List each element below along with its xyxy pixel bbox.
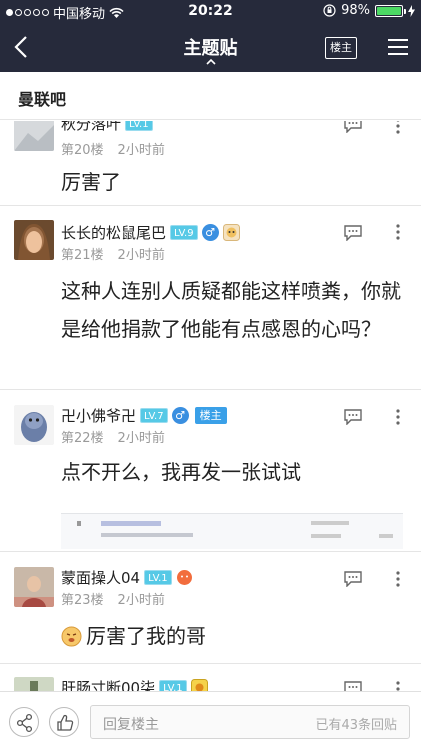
avatar[interactable] <box>14 567 54 607</box>
more-icon[interactable] <box>395 121 401 135</box>
emoji-badge-icon <box>190 679 208 691</box>
post-item: 蒙面操人04 LV.1 第23楼 2小时前 厉害了我的哥 <box>0 553 421 664</box>
status-bar: 中国移动 20:22 98% <box>0 0 421 22</box>
reply-icon[interactable] <box>343 121 363 133</box>
emoji-badge-icon <box>222 224 240 241</box>
level-badge: LV.7 <box>140 408 168 423</box>
menu-icon[interactable] <box>387 38 409 56</box>
thumbs-up-icon <box>57 714 74 731</box>
username[interactable]: 肝肠寸断00柒 <box>61 677 155 691</box>
post-content: 点不开么，我再发一张试试 <box>61 460 301 484</box>
reply-icon[interactable] <box>343 409 363 425</box>
post-time: 2小时前 <box>117 143 165 158</box>
post-item: 长长的松鼠尾巴 LV.9 ♂ 第21楼 2小时前 这种人连别人质疑都能这样喷粪，你… <box>0 206 421 390</box>
level-badge: LV.9 <box>170 225 198 240</box>
like-button[interactable] <box>49 707 79 737</box>
username[interactable]: 长长的松鼠尾巴 <box>61 222 166 243</box>
floor-number: 第21楼 <box>61 248 104 263</box>
level-badge: LV.1 <box>125 121 153 131</box>
post-item: 卍小佛爷卍 LV.7 ♂ 楼主 第22楼 2小时前 点不开么，我再发一张试试 <box>0 391 421 552</box>
post-content: 厉害了我的哥 <box>86 624 206 648</box>
status-right: 98% <box>323 3 415 18</box>
username-row: 长长的松鼠尾巴 LV.9 ♂ <box>61 222 240 243</box>
reply-icon[interactable] <box>343 681 363 691</box>
post-meta: 第21楼 2小时前 <box>61 244 165 263</box>
only-owner-button[interactable]: 楼主 <box>325 37 357 59</box>
post-content: 这种人连别人质疑都能这样喷粪，你就是给他捐款了他能有点感恩的心吗？ <box>61 279 401 341</box>
reply-count: 已有43条回贴 <box>315 718 397 733</box>
share-button[interactable] <box>9 707 39 737</box>
battery-percent: 98% <box>341 3 370 18</box>
forum-bar[interactable]: 曼联吧 <box>0 72 421 120</box>
post-item: 秋分落叶 LV.1 第20楼 2小时前 厉害了 <box>0 121 421 206</box>
more-icon[interactable] <box>395 570 401 588</box>
post-meta: 第22楼 2小时前 <box>61 427 165 446</box>
post-content-row: 厉害了我的哥 <box>61 617 401 655</box>
floor-number: 第23楼 <box>61 593 104 608</box>
reply-icon[interactable] <box>343 225 363 241</box>
top-bar: 中国移动 20:22 98% 主题贴 楼主 <box>0 0 421 72</box>
emoji-badge-icon <box>176 570 192 585</box>
username-row: 卍小佛爷卍 LV.7 ♂ 楼主 <box>61 405 227 426</box>
username[interactable]: 卍小佛爷卍 <box>61 405 136 426</box>
orientation-lock-icon <box>323 4 336 17</box>
chevron-up-icon[interactable] <box>204 57 218 67</box>
post-content: 厉害了 <box>61 170 121 194</box>
post-meta: 第20楼 2小时前 <box>61 139 165 158</box>
username[interactable]: 蒙面操人04 <box>61 567 140 588</box>
reply-placeholder: 回复楼主 <box>103 717 159 733</box>
forum-name[interactable]: 曼联吧 <box>18 86 66 110</box>
username-row: 肝肠寸断00柒 LV.1 <box>61 677 208 691</box>
post-item: 肝肠寸断00柒 LV.1 <box>0 665 421 691</box>
nav-bar: 主题贴 楼主 <box>0 22 421 72</box>
male-icon: ♂ <box>201 224 219 241</box>
floor-number: 第20楼 <box>61 143 104 158</box>
post-time: 2小时前 <box>117 431 165 446</box>
username[interactable]: 秋分落叶 <box>61 121 121 134</box>
level-badge: LV.1 <box>144 570 172 585</box>
level-badge: LV.1 <box>159 680 187 691</box>
more-icon[interactable] <box>395 223 401 241</box>
floor-number: 第22楼 <box>61 431 104 446</box>
more-icon[interactable] <box>395 680 401 691</box>
more-icon[interactable] <box>395 408 401 426</box>
post-meta: 第23楼 2小时前 <box>61 589 165 608</box>
owner-badge: 楼主 <box>194 407 227 424</box>
male-icon: ♂ <box>171 407 189 424</box>
emoji-icon <box>61 626 82 646</box>
charging-icon <box>408 4 415 17</box>
avatar[interactable] <box>14 121 54 151</box>
share-icon <box>16 713 33 733</box>
avatar[interactable] <box>14 405 54 445</box>
reply-icon[interactable] <box>343 571 363 587</box>
username-row: 蒙面操人04 LV.1 <box>61 567 193 588</box>
post-time: 2小时前 <box>117 593 165 608</box>
bottom-bar: 回复楼主 已有43条回贴 <box>0 691 421 750</box>
post-list[interactable]: 秋分落叶 LV.1 第20楼 2小时前 厉害了 长长的松鼠尾巴 LV.9 ♂ 第2… <box>0 121 421 691</box>
post-time: 2小时前 <box>117 248 165 263</box>
reply-input[interactable]: 回复楼主 已有43条回贴 <box>90 705 410 739</box>
battery-icon <box>375 4 406 17</box>
attached-image[interactable] <box>61 513 403 549</box>
avatar[interactable] <box>14 677 54 691</box>
username-row: 秋分落叶 LV.1 <box>61 121 153 134</box>
avatar[interactable] <box>14 220 54 260</box>
